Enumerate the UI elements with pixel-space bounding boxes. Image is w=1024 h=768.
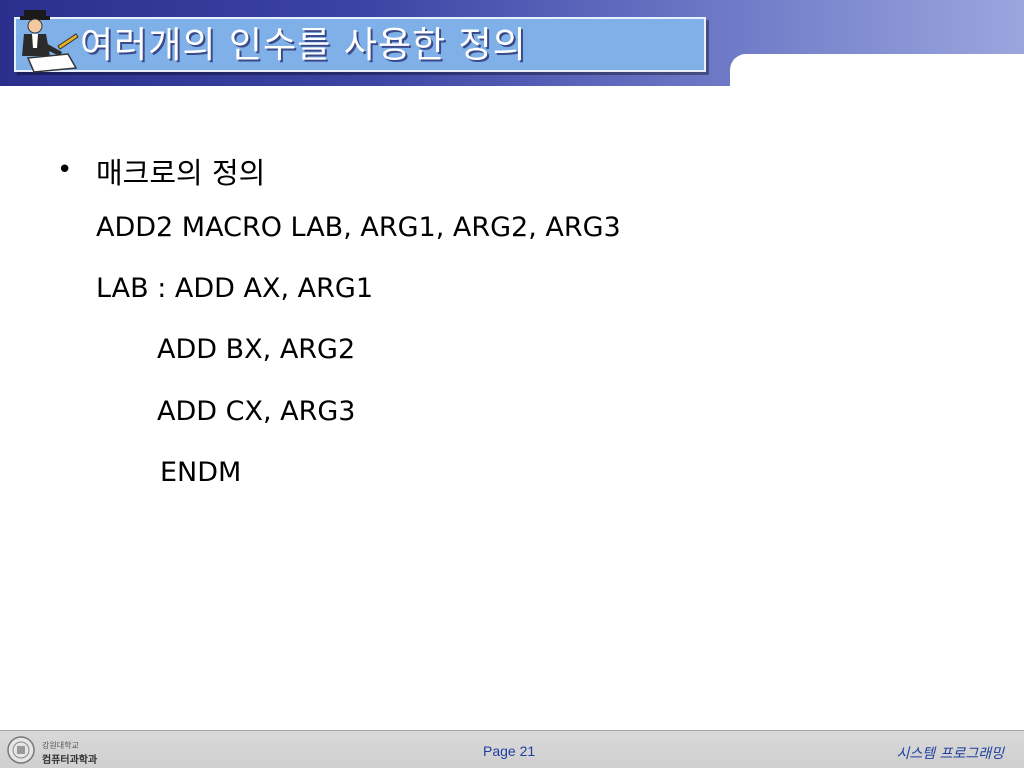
- code-line: ADD2 MACRO LAB, ARG1, ARG2, ARG3: [96, 212, 621, 243]
- code-line: LAB : ADD AX, ARG1: [96, 273, 374, 304]
- bullet-marker: •: [57, 155, 73, 185]
- course-name: 시스템 프로그래밍: [896, 746, 1005, 762]
- page-number: Page 21: [483, 743, 536, 759]
- bullet-heading: 매크로의 정의: [96, 156, 266, 190]
- slide-content: • 매크로의 정의 ADD2 MACRO LAB, ARG1, ARG2, AR…: [0, 0, 1024, 730]
- code-line: ADD BX, ARG2: [157, 334, 356, 365]
- logo-university-name: 강원대학교: [42, 741, 79, 750]
- code-line: ENDM: [160, 457, 242, 488]
- university-seal-icon: [7, 736, 35, 764]
- code-line: ADD CX, ARG3: [157, 396, 356, 427]
- logo-department-name: 컴퓨터과학과: [42, 755, 98, 766]
- slide-footer: 강원대학교 컴퓨터과학과 Page 21 시스템 프로그래밍: [0, 730, 1024, 768]
- university-logo: 강원대학교 컴퓨터과학과: [4, 733, 104, 767]
